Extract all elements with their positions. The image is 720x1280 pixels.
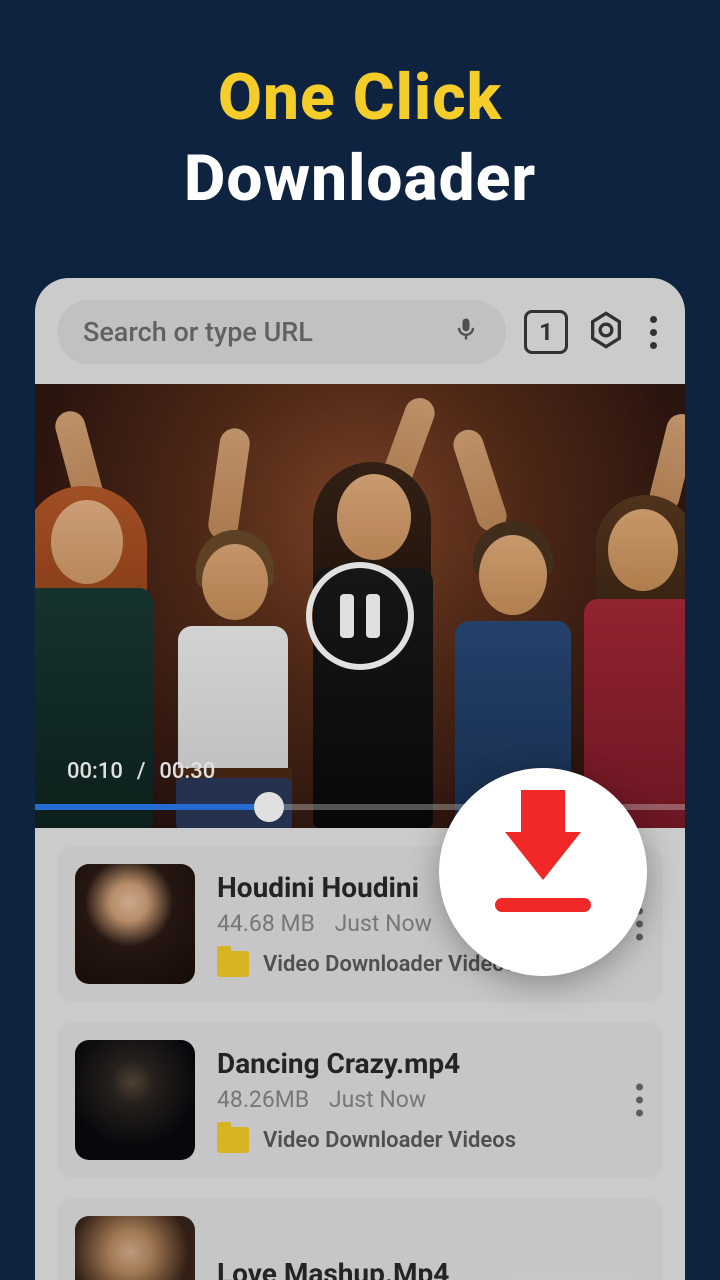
item-title: Love Mashup.Mp4	[217, 1257, 645, 1280]
list-item[interactable]: Dancing Crazy.mp4 48.26MB Just Now Video…	[57, 1022, 663, 1178]
time-current: 00:10	[67, 759, 123, 784]
item-folder: Video Downloader Videos	[217, 1127, 645, 1153]
progress-thumb[interactable]	[254, 792, 284, 822]
time-sep: /	[137, 759, 146, 784]
settings-icon[interactable]	[586, 310, 626, 354]
video-time: 00:10 / 00:30	[67, 759, 215, 784]
hero-line-2: Downloader	[0, 141, 720, 216]
search-input[interactable]: Search or type URL	[57, 300, 506, 364]
thumbnail	[75, 1216, 195, 1280]
more-icon[interactable]	[636, 1084, 643, 1117]
mic-icon[interactable]	[452, 315, 480, 350]
folder-icon	[217, 951, 249, 977]
item-title: Dancing Crazy.mp4	[217, 1047, 645, 1080]
download-icon	[505, 832, 581, 880]
search-placeholder: Search or type URL	[83, 316, 313, 348]
item-meta: 48.26MB Just Now	[217, 1086, 645, 1113]
pause-icon[interactable]	[306, 562, 414, 670]
list-item[interactable]: Love Mashup.Mp4	[57, 1198, 663, 1280]
phone-mockup: Search or type URL 1 00:10 / 00:30	[35, 278, 685, 1280]
tab-count-button[interactable]: 1	[524, 310, 568, 354]
hero-line-1: One Click	[0, 60, 720, 135]
folder-icon	[217, 1127, 249, 1153]
thumbnail	[75, 1040, 195, 1160]
browser-bar: Search or type URL 1	[35, 278, 685, 384]
time-total: 00:30	[159, 759, 215, 784]
overflow-menu-icon[interactable]	[644, 316, 663, 349]
thumbnail	[75, 864, 195, 984]
hero-title: One Click Downloader	[0, 0, 720, 216]
video-player[interactable]: 00:10 / 00:30	[35, 384, 685, 828]
progress-fill	[35, 804, 269, 810]
download-button[interactable]	[439, 768, 647, 976]
